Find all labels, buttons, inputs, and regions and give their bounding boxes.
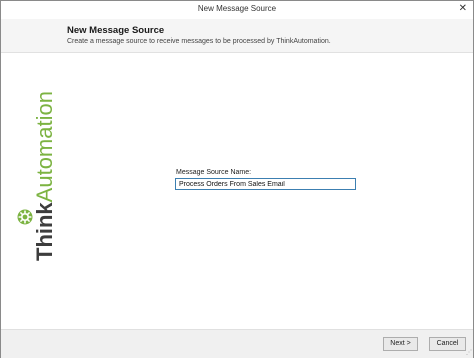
next-button[interactable]: Next > bbox=[383, 337, 418, 351]
thinkautomation-logo: ThinkAutomation bbox=[15, 89, 65, 264]
page-title: New Message Source bbox=[67, 25, 165, 36]
gear-icon bbox=[17, 209, 33, 225]
wizard-header: New Message Source Create a message sour… bbox=[1, 19, 473, 53]
window-title: New Message Source bbox=[197, 4, 277, 13]
logo-text-think: Think bbox=[32, 202, 57, 261]
title-bar: New Message Source ✕ bbox=[1, 1, 473, 19]
logo-text: ThinkAutomation bbox=[32, 91, 57, 261]
page-subtitle: Create a message source to receive messa… bbox=[67, 38, 331, 45]
resize-grip[interactable]: ⋰ bbox=[466, 349, 472, 356]
logo-text-automation: Automation bbox=[32, 91, 57, 202]
message-source-name-input[interactable] bbox=[175, 178, 356, 190]
dialog-window: New Message Source ✕ New Message Source … bbox=[0, 0, 474, 358]
logo-graphic: ThinkAutomation bbox=[17, 91, 57, 261]
cancel-button[interactable]: Cancel bbox=[429, 337, 466, 351]
message-source-name-label: Message Source Name: bbox=[176, 169, 252, 176]
close-window-button[interactable]: ✕ bbox=[459, 3, 467, 15]
dialog-footer: Next > Cancel ⋰ bbox=[1, 329, 473, 358]
